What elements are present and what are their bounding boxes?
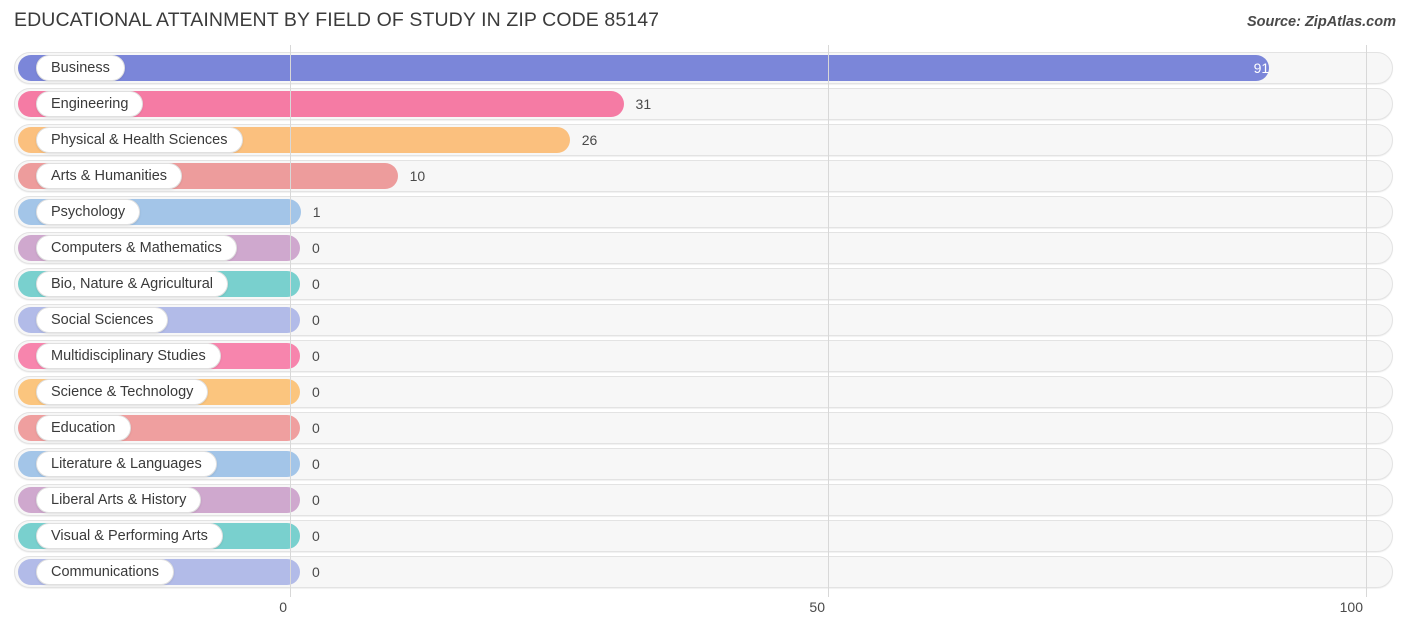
bar-row[interactable]: Visual & Performing Arts 0	[14, 520, 1393, 552]
bar-label-pill: Liberal Arts & History	[36, 487, 202, 513]
bar-category-label: Business	[51, 59, 110, 76]
bar-label-pill: Bio, Nature & Agricultural	[36, 271, 228, 297]
bar-value-label: 0	[312, 240, 320, 256]
bar-category-label: Communications	[51, 563, 159, 580]
bar-chart-plot-area: Business 91 Engineering 31 Physical & Health…	[0, 45, 1406, 597]
x-axis: 0 50 100	[0, 597, 1406, 631]
bar-label-pill: Communications	[36, 559, 174, 585]
bar-category-label: Computers & Mathematics	[51, 239, 222, 256]
bar-row[interactable]: Education 0	[14, 412, 1393, 444]
page-title: EDUCATIONAL ATTAINMENT BY FIELD OF STUDY…	[14, 9, 660, 31]
bar-row[interactable]: Physical & Health Sciences 26	[14, 124, 1393, 156]
bar-value-label: 31	[635, 96, 652, 112]
x-tick-label: 50	[809, 599, 825, 615]
bar-value-label: 0	[312, 492, 320, 508]
bar-row[interactable]: Arts & Humanities 10	[14, 160, 1393, 192]
bar-label-pill: Literature & Languages	[36, 451, 217, 477]
bar-category-label: Physical & Health Sciences	[51, 131, 228, 148]
gridline-50	[828, 45, 829, 597]
bar-row[interactable]: Bio, Nature & Agricultural 0	[14, 268, 1393, 300]
bar-label-pill: Business	[36, 55, 125, 81]
bar-label-pill: Social Sciences	[36, 307, 169, 333]
bar-row[interactable]: Communications 0	[14, 556, 1393, 588]
bar-category-label: Bio, Nature & Agricultural	[51, 275, 213, 292]
bar-value-label: 0	[312, 564, 320, 580]
bar-value-label: 0	[312, 420, 320, 436]
bar-label-pill: Science & Technology	[36, 379, 209, 405]
bar-row[interactable]: Engineering 31	[14, 88, 1393, 120]
bar-category-label: Social Sciences	[51, 311, 154, 328]
bar-value-label: 0	[312, 276, 320, 292]
bar-row[interactable]: Liberal Arts & History 0	[14, 484, 1393, 516]
bar-value-label: 91	[1253, 60, 1270, 76]
bar-label-pill: Education	[36, 415, 131, 441]
bar-category-label: Literature & Languages	[51, 455, 202, 472]
bar-category-label: Engineering	[51, 95, 129, 112]
chart-header: EDUCATIONAL ATTAINMENT BY FIELD OF STUDY…	[0, 0, 1406, 45]
bar-value-label: 0	[312, 384, 320, 400]
bar-row[interactable]: Multidisciplinary Studies 0	[14, 340, 1393, 372]
bar-category-label: Multidisciplinary Studies	[51, 347, 206, 364]
bar-label-pill: Psychology	[36, 199, 141, 225]
bar-value-label: 1	[312, 204, 321, 220]
bar-value-label: 26	[581, 132, 598, 148]
bar	[18, 55, 1270, 81]
bar-category-label: Education	[51, 419, 116, 436]
bar-label-pill: Physical & Health Sciences	[36, 127, 243, 153]
bar-row[interactable]: Literature & Languages 0	[14, 448, 1393, 480]
bar-value-label: 0	[312, 348, 320, 364]
bar-row[interactable]: Psychology 1	[14, 196, 1393, 228]
bar-category-label: Visual & Performing Arts	[51, 527, 208, 544]
bar-row[interactable]: Science & Technology 0	[14, 376, 1393, 408]
bar-value-label: 0	[312, 528, 320, 544]
gridline-0	[290, 45, 291, 597]
bar-category-label: Science & Technology	[51, 383, 194, 400]
bar-value-label: 0	[312, 312, 320, 328]
x-tick-label: 0	[279, 599, 287, 615]
source-attribution: Source: ZipAtlas.com	[1246, 14, 1396, 30]
bar-category-label: Psychology	[51, 203, 126, 220]
bar-label-pill: Multidisciplinary Studies	[36, 343, 221, 369]
bar-label-pill: Engineering	[36, 91, 144, 117]
bar-label-pill: Arts & Humanities	[36, 163, 183, 189]
bar-value-label: 0	[312, 456, 320, 472]
bar-row[interactable]: Computers & Mathematics 0	[14, 232, 1393, 264]
bar-row[interactable]: Business 91	[14, 52, 1393, 84]
bar-value-label: 10	[409, 168, 426, 184]
bar-label-pill: Visual & Performing Arts	[36, 523, 223, 549]
bar-category-label: Liberal Arts & History	[51, 491, 187, 508]
bar-label-pill: Computers & Mathematics	[36, 235, 237, 261]
bar-category-label: Arts & Humanities	[51, 167, 168, 184]
x-tick-label: 100	[1339, 599, 1363, 615]
bar-row[interactable]: Social Sciences 0	[14, 304, 1393, 336]
gridline-100	[1366, 45, 1367, 597]
